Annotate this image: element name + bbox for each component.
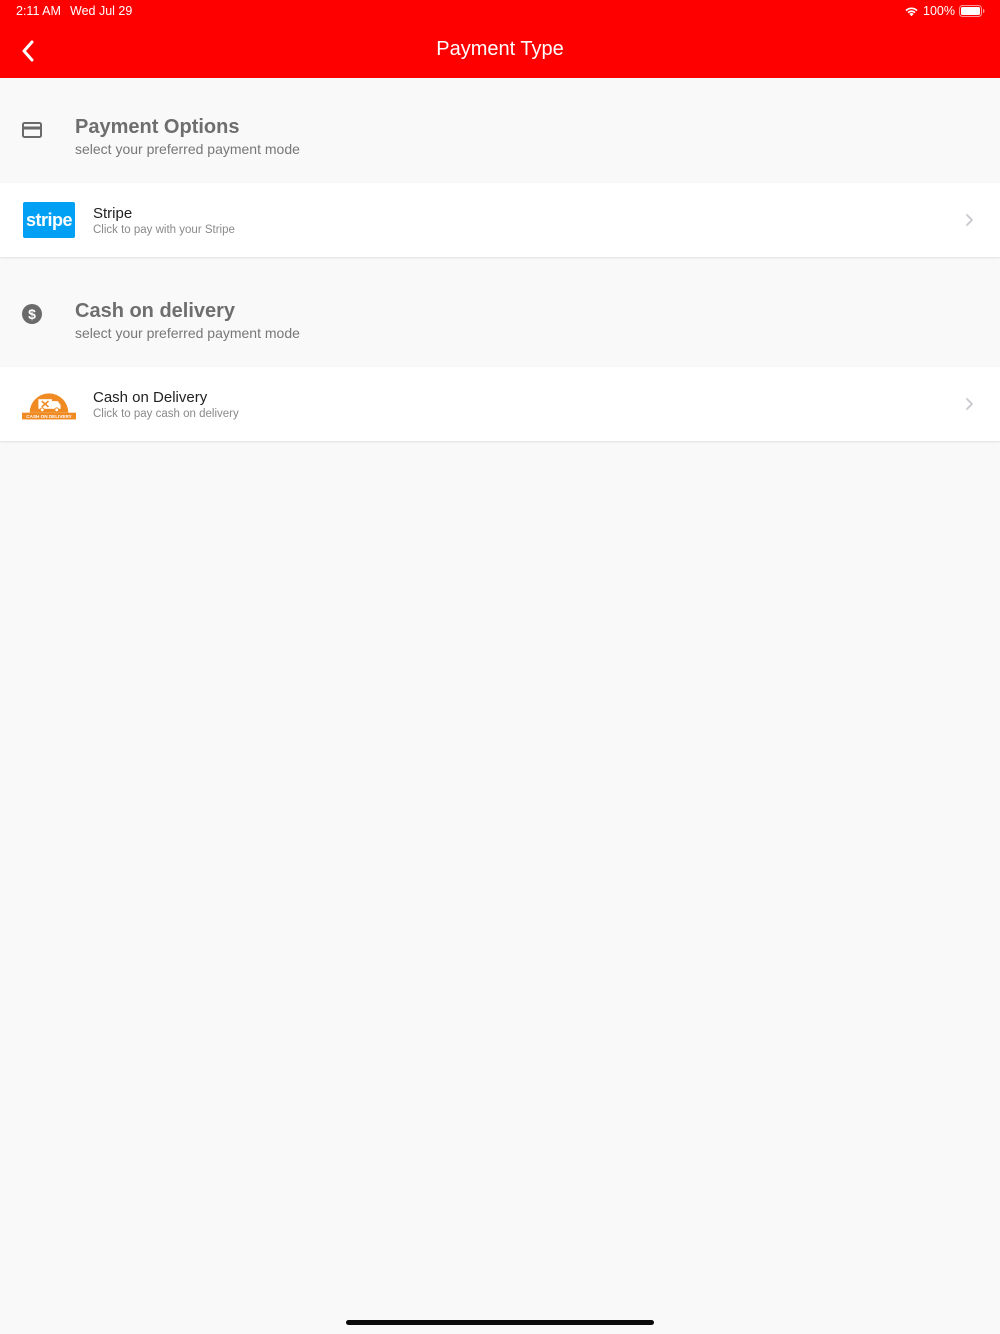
option-title: Cash on Delivery (93, 389, 208, 406)
status-date: Wed Jul 29 (70, 4, 133, 18)
status-time: 2:11 AM (16, 4, 61, 18)
status-indicators: 100% (904, 3, 985, 19)
payment-option-cash-on-delivery[interactable]: CASH ON DELIVERY Cash on Delivery Click … (0, 367, 1000, 441)
cod-logo-text: CASH ON DELIVERY (26, 414, 71, 419)
battery-percent: 100% (923, 4, 955, 18)
wifi-icon (905, 7, 918, 16)
section-header-payment-options: Payment Options select your preferred pa… (0, 78, 1000, 182)
status-bar: 2:11 AM Wed Jul 29 100% (0, 0, 1000, 22)
chevron-right-icon (966, 214, 973, 226)
option-title: Stripe (93, 205, 133, 222)
chevron-right-icon (966, 398, 973, 410)
section-subtitle: select your preferred payment mode (75, 325, 300, 341)
section-subtitle: select your preferred payment mode (75, 141, 300, 157)
section-header-cash-on-delivery: $ Cash on delivery select your preferred… (0, 262, 1000, 366)
app-header: 2:11 AM Wed Jul 29 100% Payment Type (0, 0, 1000, 78)
page-title: Payment Type (436, 38, 564, 60)
stripe-logo: stripe (23, 202, 75, 238)
payment-option-stripe[interactable]: stripe Stripe Click to pay with your Str… (0, 183, 1000, 257)
home-indicator[interactable] (346, 1320, 654, 1325)
credit-card-icon (22, 122, 42, 138)
option-subtitle: Click to pay cash on delivery (93, 408, 239, 420)
section-title: Payment Options (75, 116, 240, 138)
svg-text:$: $ (28, 306, 36, 322)
section-title: Cash on delivery (75, 300, 236, 322)
dollar-circle-icon: $ (22, 304, 42, 324)
battery-full-icon (959, 5, 985, 17)
option-subtitle: Click to pay with your Stripe (93, 224, 235, 236)
cash-on-delivery-logo: CASH ON DELIVERY (22, 393, 76, 420)
